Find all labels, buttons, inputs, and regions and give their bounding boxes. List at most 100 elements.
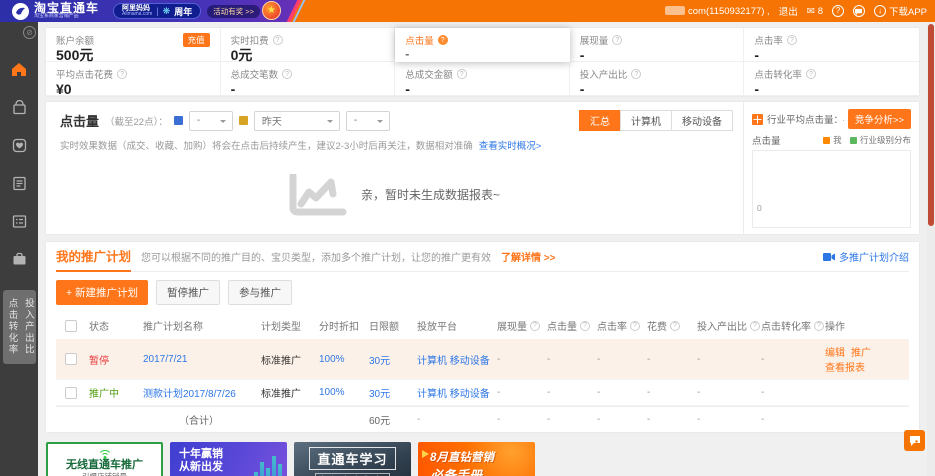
info-icon[interactable] bbox=[787, 35, 797, 45]
stat-card-avg-click-cost: 平均点击花费 ¥0 bbox=[46, 62, 221, 96]
banner-subtitle: 引爆店铺销量 bbox=[69, 471, 140, 476]
join-promotion-button[interactable]: 参与推广 bbox=[228, 280, 292, 305]
logo-subtitle: 淘宝系商家营销产品 bbox=[34, 15, 93, 20]
table-row-plan-1[interactable]: 暂停 2017/7/21 标准推广 100% 30元 计算机 移动设备 - - … bbox=[56, 339, 909, 380]
summary-label: （合计） bbox=[140, 407, 258, 432]
legend-industry-swatch bbox=[850, 137, 857, 144]
username-text: com(1150932177) , bbox=[665, 6, 769, 17]
app-logo[interactable]: 淘宝直通车 淘宝系商家营销产品 bbox=[0, 2, 99, 20]
status-badge: 暂停 bbox=[86, 347, 140, 372]
pause-promotion-button[interactable]: 暂停推广 bbox=[156, 280, 220, 305]
alimama-anniversary-badge[interactable]: 阿里妈妈Alimama.com | ❋ 周年 bbox=[113, 3, 201, 19]
banner-ztc-learning[interactable]: 直通车学习 知识点大集合 bbox=[294, 442, 411, 476]
learn-more-link[interactable]: 了解详情 >> bbox=[501, 249, 555, 264]
tab-click-conversion[interactable]: 点击转化率 bbox=[5, 298, 17, 356]
daily-limit-link[interactable]: 30元 bbox=[369, 389, 390, 400]
discount-link[interactable]: 100% bbox=[319, 354, 345, 365]
activity-reward-link[interactable]: 活动有奖 >> bbox=[207, 5, 260, 18]
daily-limit-link[interactable]: 30元 bbox=[369, 356, 390, 367]
masked-username bbox=[665, 6, 685, 15]
banner-wireless-ztc[interactable]: 无线直通车推广 引爆店铺销量 bbox=[46, 442, 163, 476]
summary-platform: - bbox=[414, 409, 494, 430]
metric-select[interactable]: - bbox=[189, 111, 233, 131]
stat-value: ¥0 bbox=[56, 82, 210, 97]
tab-summary[interactable]: 汇总 bbox=[579, 110, 621, 131]
scrollbar-thumb[interactable] bbox=[928, 24, 934, 226]
stat-card-impressions[interactable]: 展现量 - bbox=[570, 28, 745, 62]
info-icon[interactable] bbox=[438, 35, 448, 45]
row-checkbox[interactable] bbox=[65, 353, 77, 365]
sidebar-item-lists[interactable] bbox=[0, 202, 38, 240]
banner-ten-years[interactable]: 十年赢销从新出发 阿里妈妈 | 10周年 bbox=[170, 442, 287, 476]
info-icon[interactable] bbox=[457, 69, 467, 79]
summary-limit: 60元 bbox=[366, 407, 414, 432]
recharge-button[interactable]: 充值 bbox=[183, 33, 210, 47]
row-checkbox[interactable] bbox=[65, 387, 77, 399]
info-icon[interactable] bbox=[117, 69, 127, 79]
stat-card-click-cvr[interactable]: 点击转化率 - bbox=[744, 62, 919, 96]
industry-average-label: 行业平均点击量：- bbox=[767, 112, 844, 126]
help-icon[interactable]: ? bbox=[832, 5, 844, 17]
table-row-plan-2[interactable]: 推广中 测款计划2017/8/7/26 标准推广 100% 30元 计算机 移动… bbox=[56, 380, 909, 406]
download-app-button[interactable]: ↓下载APP bbox=[874, 4, 927, 18]
new-plan-button[interactable]: + 新建推广计划 bbox=[56, 280, 148, 305]
view-report-link[interactable]: 查看报表 bbox=[825, 363, 865, 374]
platform-link[interactable]: 计算机 移动设备 bbox=[417, 356, 490, 367]
ctr-value: - bbox=[594, 382, 644, 403]
select-all-checkbox[interactable] bbox=[65, 320, 77, 332]
multi-plan-intro-link[interactable]: 多推广计划介绍 bbox=[823, 249, 909, 264]
info-icon[interactable] bbox=[612, 35, 622, 45]
plan-name-link[interactable]: 测款计划2017/8/7/26 bbox=[143, 389, 236, 400]
chat-icon[interactable] bbox=[853, 5, 865, 17]
customer-service-button[interactable] bbox=[904, 430, 925, 451]
main-content: 账户余额充值 500元 实时扣费 0元 点击量 - 展现量 - 点击率 - 平均… bbox=[38, 22, 927, 476]
page-scrollbar[interactable] bbox=[927, 22, 935, 476]
info-icon[interactable] bbox=[282, 69, 292, 79]
col-name: 推广计划名称 bbox=[140, 312, 258, 339]
col-roi: 投入产出比 bbox=[694, 312, 758, 339]
mail-button[interactable]: ✉ 8 bbox=[807, 6, 823, 17]
mail-count-badge: 8 bbox=[818, 6, 823, 17]
ctr-value: - bbox=[594, 349, 644, 370]
collapse-sidebar-button[interactable]: ⊘ bbox=[23, 26, 36, 39]
sidebar-item-favorites[interactable] bbox=[0, 126, 38, 164]
tab-computer[interactable]: 计算机 bbox=[620, 110, 672, 131]
info-icon[interactable] bbox=[631, 69, 641, 79]
tab-my-plans[interactable]: 我的推广计划 bbox=[56, 242, 131, 272]
banner-august-handbook[interactable]: 8月直钻营销 必备手册 bbox=[418, 442, 535, 476]
tab-mobile[interactable]: 移动设备 bbox=[671, 110, 733, 131]
stat-card-roi[interactable]: 投入产出比 - bbox=[570, 62, 745, 96]
stat-label: 总成交笔数 bbox=[231, 67, 279, 81]
sidebar-item-reports[interactable] bbox=[0, 164, 38, 202]
stat-card-clicks[interactable]: 点击量 - bbox=[395, 28, 570, 62]
stat-label: 实时扣费 bbox=[231, 33, 269, 47]
discount-link[interactable]: 100% bbox=[319, 387, 345, 398]
plan-name-link[interactable]: 2017/7/21 bbox=[143, 354, 188, 365]
summary-roi: - bbox=[694, 409, 758, 430]
clicks-value: - bbox=[544, 382, 594, 403]
sidebar-item-home[interactable] bbox=[0, 50, 38, 88]
view-realtime-link[interactable]: 查看实时概况> bbox=[479, 141, 542, 152]
trophy-badge-icon[interactable]: ★ bbox=[262, 1, 281, 20]
stat-label: 总成交金额 bbox=[405, 67, 453, 81]
anniversary-label: 周年 bbox=[174, 5, 192, 18]
stat-card-ctr[interactable]: 点击率 - bbox=[744, 28, 919, 62]
compare-select[interactable]: - bbox=[346, 111, 390, 131]
sidebar-item-campaigns[interactable] bbox=[0, 88, 38, 126]
info-icon[interactable] bbox=[530, 321, 540, 331]
edit-link[interactable]: 编辑 bbox=[825, 348, 845, 359]
info-icon[interactable] bbox=[670, 321, 680, 331]
tab-roi[interactable]: 投入产出比 bbox=[22, 298, 34, 356]
cvr-value: - bbox=[758, 382, 822, 403]
info-icon[interactable] bbox=[580, 321, 590, 331]
promote-link[interactable]: 推广 bbox=[851, 348, 871, 359]
platform-link[interactable]: 计算机 移动设备 bbox=[417, 389, 490, 400]
logout-link[interactable]: 退出 bbox=[779, 4, 798, 18]
sidebar-item-toolbox[interactable] bbox=[0, 240, 38, 278]
date-select[interactable]: 昨天 bbox=[254, 111, 340, 131]
competition-analysis-button[interactable]: 竞争分析>> bbox=[848, 109, 911, 129]
info-icon[interactable] bbox=[273, 35, 283, 45]
info-icon[interactable] bbox=[806, 69, 816, 79]
info-icon[interactable] bbox=[630, 321, 640, 331]
col-cvr: 点击转化率 bbox=[758, 312, 822, 339]
